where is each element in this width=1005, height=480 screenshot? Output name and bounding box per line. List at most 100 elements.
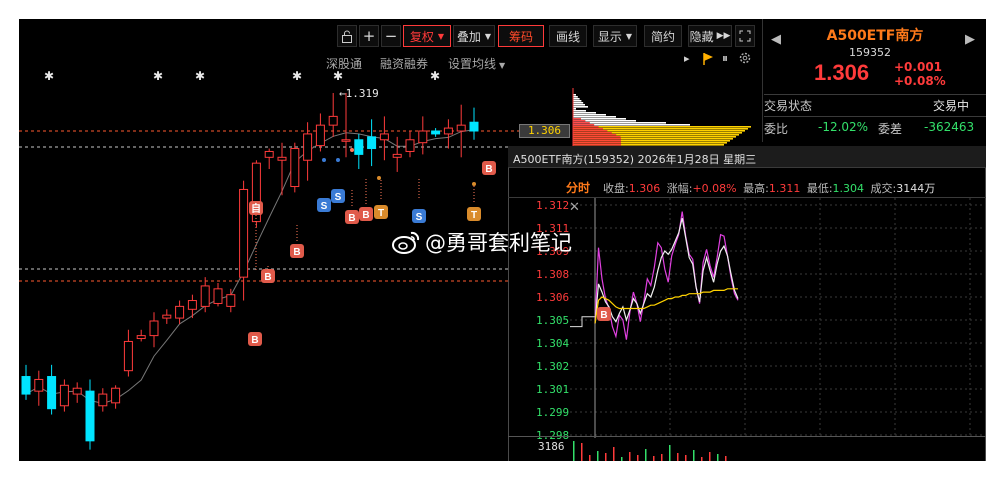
close-value: 1.306 [628,182,661,195]
high-marker-label: 1.319 [345,87,379,100]
chip-arrow-icon[interactable]: ▸ [684,52,690,65]
tab-fenshi[interactable]: 分时 [566,179,590,196]
candle-body [303,133,313,161]
caret-down-icon: ▼ [625,31,633,41]
volume-bar [597,451,599,461]
chip-bar-profit [573,122,590,124]
chip-bar-profit [573,124,595,126]
candle-body [47,376,57,410]
huaxian-label: 画线 [555,29,580,44]
volume-bar [621,457,623,461]
chip-bar [573,98,580,100]
xianshi-button[interactable]: 显示 ▼ [593,25,637,47]
flag-icon[interactable] [702,51,714,70]
volume-bar [653,456,655,461]
signal-badge-s: S [317,198,331,212]
signal-badge-b: B [345,210,359,224]
candle-body [149,320,159,337]
popup-title: A500ETF南方(159352) 2026年1月28日 星期三 [513,153,757,166]
gear-icon[interactable] [738,50,752,69]
y-tick-label: 1.304 [536,337,570,350]
candle-body [469,121,479,132]
volume-bar [613,447,615,461]
divider [764,94,986,95]
yincang-label: 隐藏 [689,29,714,44]
candle-body [175,305,185,319]
ma-line [25,129,475,404]
chip-bar-profit [573,132,612,134]
volume-bar [717,454,719,461]
candle-body [354,139,364,155]
fullscreen-icon[interactable] [735,25,755,47]
high-marker: ←1.319 [339,87,379,100]
chip-bar [573,126,751,128]
intraday-avg-line [594,288,738,324]
next-stock-icon[interactable]: ▶ [965,32,975,47]
candle-body [98,393,108,407]
candle-body [315,124,325,147]
signal-badge-text: B [348,213,355,224]
close-label: 收盘: [603,182,629,195]
candle-body [123,340,133,372]
chip-bar [573,116,616,118]
stock-name: A500ETF南方 [826,28,924,44]
chip-bar [573,96,578,98]
signal-dot [472,182,476,186]
price-change: +0.001 [894,60,943,74]
chg-label: 涨幅: [666,182,693,195]
volume-bar [669,445,671,461]
intraday-volume-chart [573,441,727,461]
huaxian-button[interactable]: 画线 [549,25,587,47]
weicha-value: -362463 [924,120,975,134]
chip-bar-profit [573,140,621,142]
volume-bar [725,456,727,461]
weibi-value: -12.02% [818,120,869,134]
candle-body [418,130,428,144]
candle-body [72,387,82,395]
signal-badge-s: S [412,209,426,223]
chip-bar [573,106,588,108]
candle-body [162,314,172,319]
chip-bar-profit [573,120,586,122]
chip-bar [573,104,585,106]
candle-body [264,150,274,158]
signal-badge-text: B [362,210,369,221]
candle-body [85,390,95,442]
high-label: 最高: [743,182,769,195]
signal-badge-text: B [600,310,607,321]
candle-body [290,148,300,188]
signal-badge-text: B [485,164,492,175]
status-value: 交易中 [933,99,970,113]
jianyue-button[interactable]: 简约 [644,25,682,47]
signal-badge-t: T [374,205,388,219]
last-price: 1.306 [814,60,870,85]
signal-badge-text: B [251,335,258,346]
volume-bar [701,457,703,461]
signal-badge-s: S [331,189,345,203]
divider [508,436,986,437]
chip-bar-profit [573,142,621,144]
chip-bar-profit [573,118,581,120]
signal-badge-text: B [293,247,300,258]
signal-dot [336,158,340,162]
xianshi-label: 显示 [597,29,622,44]
chip-bar-profit [573,126,599,128]
candle-body [405,139,415,152]
candle-body [213,288,223,304]
yincang-button[interactable]: 隐藏 ▶▶ [688,25,732,47]
chip-bar-profit [573,138,621,140]
stock-code: 159352 [849,46,891,59]
status-label: 交易状态 [764,99,813,113]
weibo-icon [392,231,420,254]
signal-badge-b: B [248,332,262,346]
intraday-chart[interactable]: B [570,198,984,438]
candle-body [341,139,351,142]
prev-stock-icon[interactable]: ◀ [771,32,781,47]
candle-body [328,115,338,126]
signal-badge-text: S [335,192,342,203]
signal-badge-b: B [290,244,304,258]
candle-body [59,384,69,407]
volume-bar [629,452,631,461]
weicha-label: 委差 [878,122,903,136]
pause-icon[interactable]: ⏸ [722,51,728,66]
